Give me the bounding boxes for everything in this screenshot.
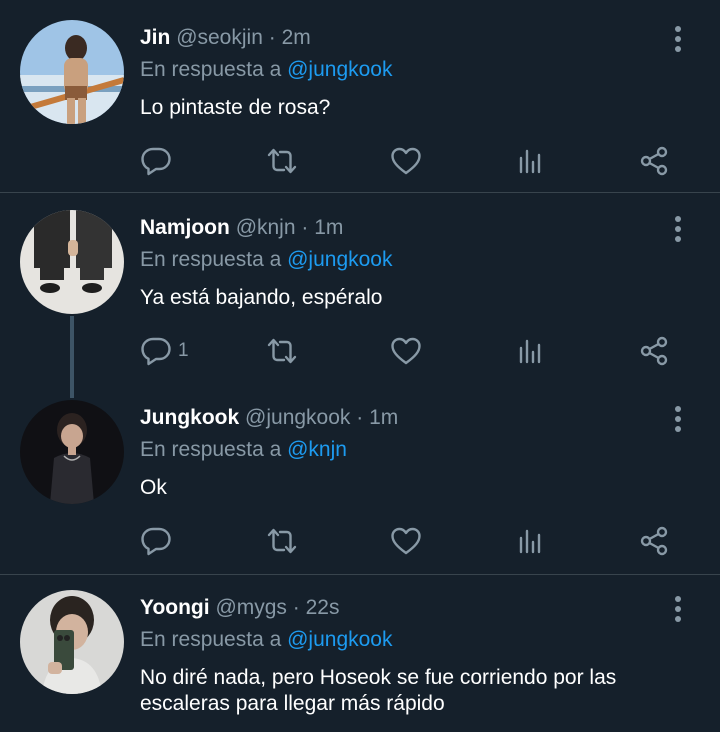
heart-icon [390, 525, 422, 557]
retweet-icon [264, 525, 300, 557]
reply-prefix: En respuesta a [140, 438, 282, 461]
timestamp[interactable]: 1m [369, 406, 398, 429]
author-name[interactable]: Jin [140, 26, 170, 49]
more-vertical-icon [668, 24, 688, 54]
retweet-icon [264, 335, 300, 367]
reply-count: 1 [178, 340, 189, 361]
more-vertical-icon [668, 214, 688, 244]
author-handle[interactable]: @mygs [215, 596, 287, 619]
separator: · [268, 26, 276, 49]
heart-icon [390, 335, 422, 367]
author-name[interactable]: Namjoon [140, 216, 230, 239]
retweet-button[interactable] [264, 143, 300, 179]
share-icon [638, 335, 670, 367]
stats-button[interactable] [515, 523, 547, 559]
avatar[interactable] [20, 210, 124, 314]
tweet-text: Lo pintaste de rosa? [140, 96, 331, 119]
reply-to-handle[interactable]: @jungkook [287, 628, 392, 651]
stats-button[interactable] [515, 333, 547, 369]
more-options-button[interactable] [668, 404, 688, 434]
like-button[interactable] [390, 333, 422, 369]
reply-to-handle[interactable]: @jungkook [287, 248, 392, 271]
divider [0, 574, 720, 575]
heart-icon [390, 145, 422, 177]
avatar[interactable] [20, 20, 124, 124]
share-icon [638, 525, 670, 557]
reply-icon [140, 525, 172, 557]
reply-prefix: En respuesta a [140, 248, 282, 271]
author-name[interactable]: Jungkook [140, 406, 239, 429]
more-options-button[interactable] [668, 214, 688, 244]
share-button[interactable] [638, 523, 670, 559]
more-options-button[interactable] [668, 594, 688, 624]
timestamp[interactable]: 1m [314, 216, 343, 239]
retweet-button[interactable] [264, 523, 300, 559]
author-handle[interactable]: @seokjin [176, 26, 263, 49]
share-button[interactable] [638, 333, 670, 369]
reply-to-handle[interactable]: @knjn [287, 438, 347, 461]
author-handle[interactable]: @knjn [236, 216, 296, 239]
tweet-text: Ok [140, 476, 167, 499]
thread-line [70, 316, 74, 398]
reply-icon [140, 145, 172, 177]
author-handle[interactable]: @jungkook [245, 406, 350, 429]
stats-button[interactable] [515, 143, 547, 179]
tweet-text: No diré nada, pero Hoseok se fue corrien… [140, 666, 617, 715]
reply-button[interactable] [140, 143, 178, 179]
reply-button[interactable]: 1 [140, 333, 189, 369]
reply-prefix: En respuesta a [140, 58, 282, 81]
reply-to-handle[interactable]: @jungkook [287, 58, 392, 81]
divider [0, 192, 720, 193]
stats-icon [515, 335, 547, 367]
reply-icon [140, 335, 172, 367]
retweet-button[interactable] [264, 333, 300, 369]
tweet-text: Ya está bajando, espéralo [140, 286, 383, 309]
timestamp[interactable]: 2m [282, 26, 311, 49]
separator: · [301, 216, 309, 239]
retweet-icon [264, 145, 300, 177]
like-button[interactable] [390, 143, 422, 179]
reply-button[interactable] [140, 523, 178, 559]
like-button[interactable] [390, 523, 422, 559]
author-name[interactable]: Yoongi [140, 596, 210, 619]
reply-prefix: En respuesta a [140, 628, 282, 651]
more-options-button[interactable] [668, 24, 688, 54]
share-button[interactable] [638, 143, 670, 179]
avatar[interactable] [20, 590, 124, 694]
separator: · [292, 596, 300, 619]
stats-icon [515, 145, 547, 177]
avatar[interactable] [20, 400, 124, 504]
more-vertical-icon [668, 594, 688, 624]
share-icon [638, 145, 670, 177]
stats-icon [515, 525, 547, 557]
separator: · [356, 406, 364, 429]
more-vertical-icon [668, 404, 688, 434]
timestamp[interactable]: 22s [306, 596, 340, 619]
